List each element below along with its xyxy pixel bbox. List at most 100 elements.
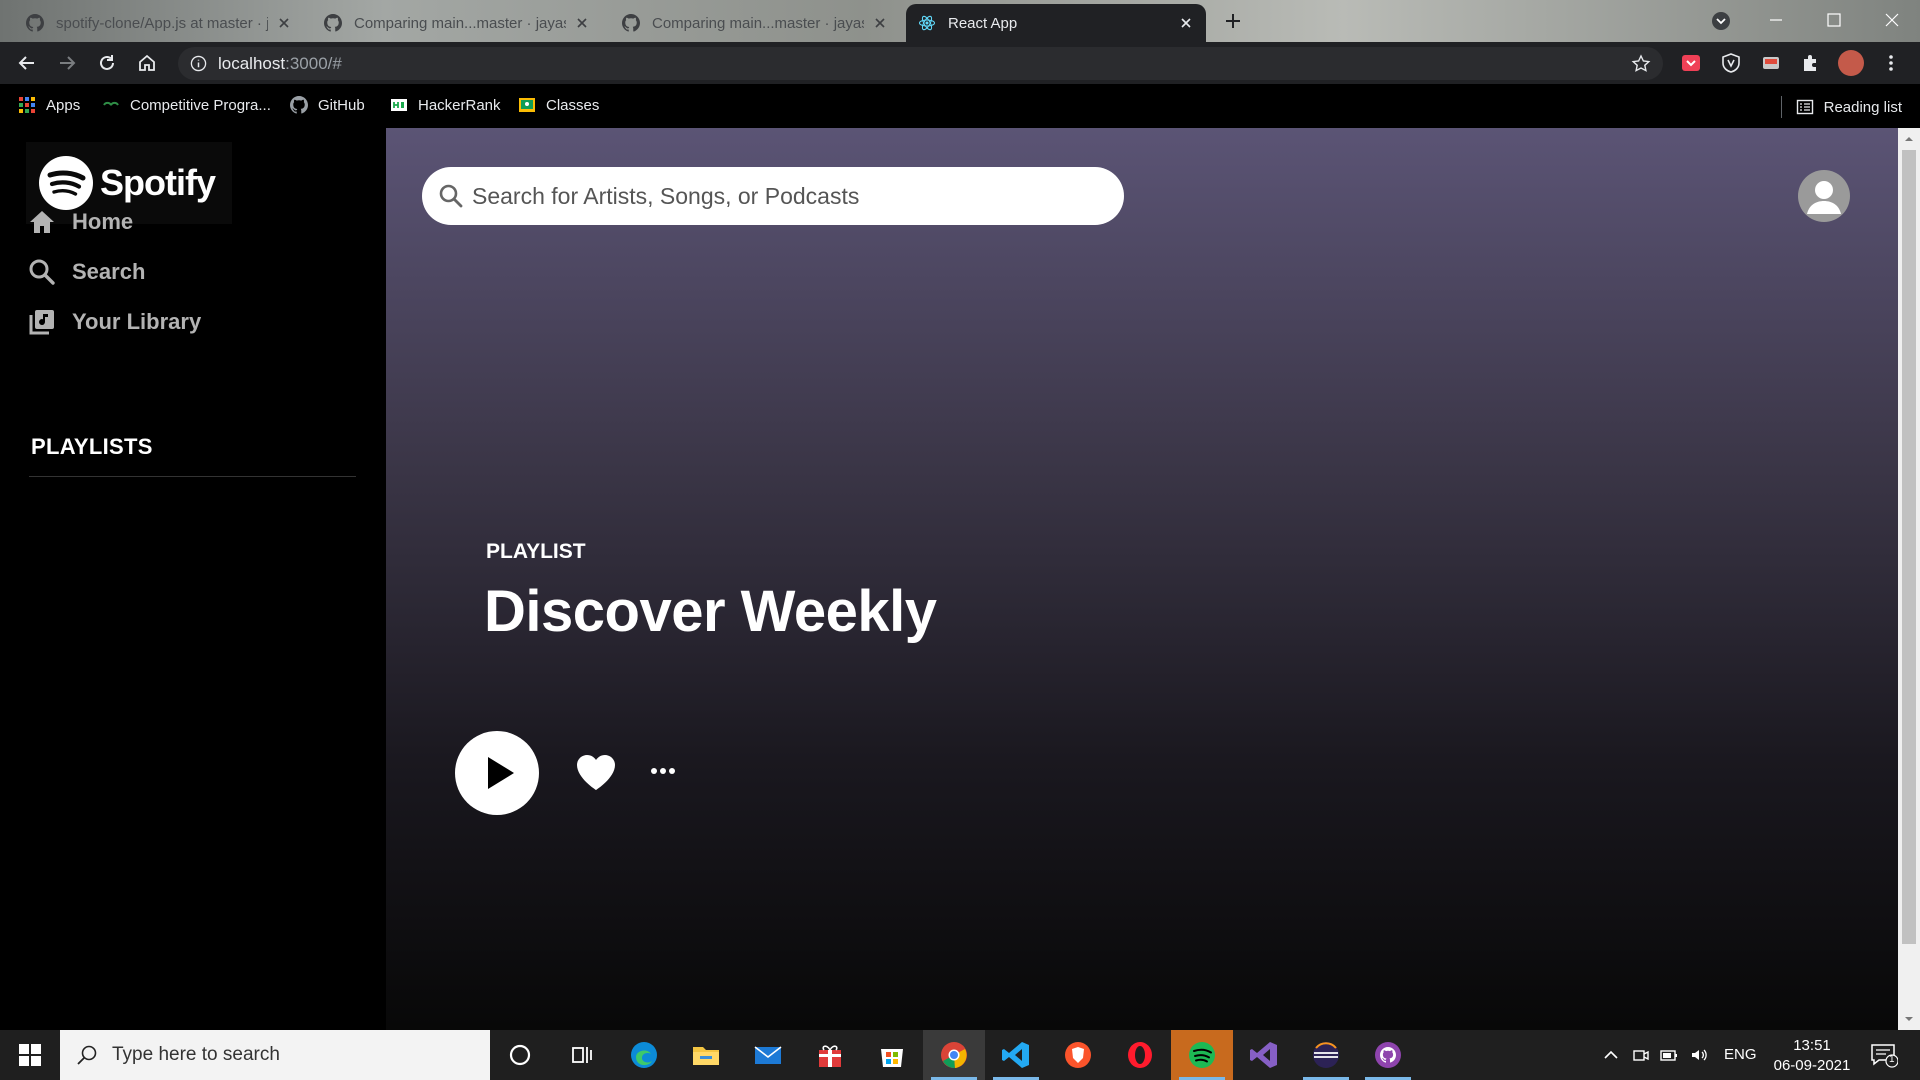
bookmark-competitive-programming[interactable]: Competitive Progra... xyxy=(102,96,271,114)
avatar[interactable] xyxy=(1798,170,1850,222)
reading-list-label: Reading list xyxy=(1823,98,1902,116)
playlist-title: Discover Weekly xyxy=(484,579,937,644)
close-tab-icon[interactable] xyxy=(276,15,292,31)
bookmark-apps[interactable]: Apps xyxy=(18,96,80,114)
home-icon[interactable] xyxy=(136,52,158,74)
extensions-puzzle-icon[interactable] xyxy=(1800,52,1822,74)
chevron-up-icon[interactable] xyxy=(1601,1045,1621,1065)
battery-icon[interactable] xyxy=(1659,1045,1679,1065)
gift-icon xyxy=(819,1045,841,1067)
bookmark-hackerrank[interactable]: HackerRank xyxy=(390,96,501,114)
taskbar-app-store[interactable] xyxy=(861,1030,923,1080)
store-icon xyxy=(881,1049,903,1067)
sidebar-item-library[interactable]: Your Library xyxy=(28,308,201,336)
heart-icon[interactable] xyxy=(574,752,618,792)
browser-toolbar: localhost:3000/# xyxy=(0,42,1920,84)
task-view-button[interactable] xyxy=(551,1030,613,1080)
close-tab-icon[interactable] xyxy=(574,15,590,31)
playlist-type-label: PLAYLIST xyxy=(486,540,586,563)
taskbar-app-mail[interactable] xyxy=(737,1030,799,1080)
sidebar-item-search[interactable]: Search xyxy=(28,258,145,286)
github-desktop-icon xyxy=(1375,1042,1401,1068)
taskbar-app-brave[interactable] xyxy=(1047,1030,1109,1080)
bookmark-label: Apps xyxy=(46,96,81,114)
clock[interactable]: 13:51 06-09-2021 xyxy=(1762,1036,1862,1076)
mail-icon xyxy=(754,1046,782,1064)
back-icon[interactable] xyxy=(16,52,38,74)
search-icon xyxy=(77,1045,97,1065)
tab-title: React App xyxy=(948,14,1018,32)
close-tab-icon[interactable] xyxy=(1178,15,1194,31)
menu-kebab-icon[interactable] xyxy=(1880,52,1902,74)
library-icon xyxy=(29,310,54,335)
site-info-icon[interactable] xyxy=(190,55,207,72)
taskbar-app-chrome[interactable] xyxy=(923,1030,985,1080)
more-options-icon[interactable] xyxy=(650,764,676,778)
close-tab-icon[interactable] xyxy=(872,15,888,31)
cast-extension-icon[interactable] xyxy=(1760,52,1782,74)
visual-studio-icon xyxy=(1250,1042,1277,1068)
taskbar-app-spotify[interactable] xyxy=(1171,1030,1233,1080)
taskbar-app-github-desktop[interactable] xyxy=(1357,1030,1419,1080)
search-bar[interactable] xyxy=(422,167,1124,225)
search-input[interactable] xyxy=(472,167,1102,225)
bookmark-label: GitHub xyxy=(318,96,365,114)
taskbar-search-box[interactable]: Type here to search xyxy=(60,1030,490,1080)
pocket-extension-icon[interactable] xyxy=(1680,52,1702,74)
minimize-icon[interactable] xyxy=(1764,8,1788,32)
scrollbar[interactable] xyxy=(1898,128,1920,1030)
cortana-button[interactable] xyxy=(489,1030,551,1080)
maximize-icon[interactable] xyxy=(1822,8,1846,32)
react-icon xyxy=(918,15,936,31)
scrollbar-thumb[interactable] xyxy=(1902,150,1916,944)
language-indicator[interactable]: ENG xyxy=(1724,1046,1757,1063)
github-icon xyxy=(290,96,308,114)
new-tab-icon[interactable] xyxy=(1222,10,1244,32)
sidebar-item-home[interactable]: Home xyxy=(28,208,133,236)
taskbar-app-file-explorer[interactable] xyxy=(675,1030,737,1080)
chrome-icon xyxy=(941,1042,967,1069)
meet-now-icon[interactable] xyxy=(1631,1045,1651,1065)
start-button[interactable] xyxy=(0,1030,60,1080)
taskbar-app-gift[interactable] xyxy=(799,1030,861,1080)
reload-icon[interactable] xyxy=(96,52,118,74)
browser-tab[interactable]: spotify-clone/App.js at master · jayas..… xyxy=(14,4,304,42)
profile-avatar[interactable] xyxy=(1838,50,1864,76)
scroll-up-icon[interactable] xyxy=(1903,133,1915,145)
home-icon xyxy=(30,211,54,233)
search-icon xyxy=(29,259,55,285)
vscode-icon xyxy=(1002,1042,1029,1068)
clock-date: 06-09-2021 xyxy=(1773,1057,1851,1074)
taskbar-app-visual-studio[interactable] xyxy=(1233,1030,1295,1080)
bookmark-classes[interactable]: Classes xyxy=(518,96,599,114)
browser-tab[interactable]: Comparing main...master · jayas... xyxy=(312,4,602,42)
play-button[interactable] xyxy=(455,731,539,815)
close-window-icon[interactable] xyxy=(1880,8,1904,32)
search-icon xyxy=(439,184,463,208)
clock-time: 13:51 xyxy=(1793,1037,1831,1054)
bookmark-github[interactable]: GitHub xyxy=(290,96,365,114)
browser-tab-strip: spotify-clone/App.js at master · jayas..… xyxy=(0,0,1920,42)
reading-list-button[interactable]: Reading list xyxy=(1780,96,1902,118)
bookmark-star-icon[interactable] xyxy=(1631,54,1651,74)
taskbar-app-vscode[interactable] xyxy=(985,1030,1047,1080)
address-bar[interactable]: localhost:3000/# xyxy=(178,47,1663,80)
browser-tab-active[interactable]: React App xyxy=(906,4,1206,42)
taskbar-app-edge[interactable] xyxy=(613,1030,675,1080)
notification-center-button[interactable]: 1 xyxy=(1870,1042,1898,1068)
opera-icon xyxy=(1128,1042,1152,1068)
taskbar-search-placeholder: Type here to search xyxy=(112,1044,280,1065)
volume-icon[interactable] xyxy=(1689,1045,1709,1065)
forward-icon[interactable] xyxy=(56,52,78,74)
browser-tab[interactable]: Comparing main...master · jayas... xyxy=(610,4,900,42)
bookmark-label: Competitive Progra... xyxy=(130,96,271,114)
scroll-down-icon[interactable] xyxy=(1903,1013,1915,1025)
tab-search-icon[interactable] xyxy=(1711,11,1731,31)
task-view-icon xyxy=(572,1047,592,1063)
hackerrank-icon xyxy=(391,99,407,111)
notification-count: 1 xyxy=(1889,1054,1895,1065)
shield-extension-icon[interactable] xyxy=(1720,52,1742,74)
taskbar-app-opera[interactable] xyxy=(1109,1030,1171,1080)
taskbar-app-eclipse[interactable] xyxy=(1295,1030,1357,1080)
spotify-icon xyxy=(1189,1042,1215,1068)
